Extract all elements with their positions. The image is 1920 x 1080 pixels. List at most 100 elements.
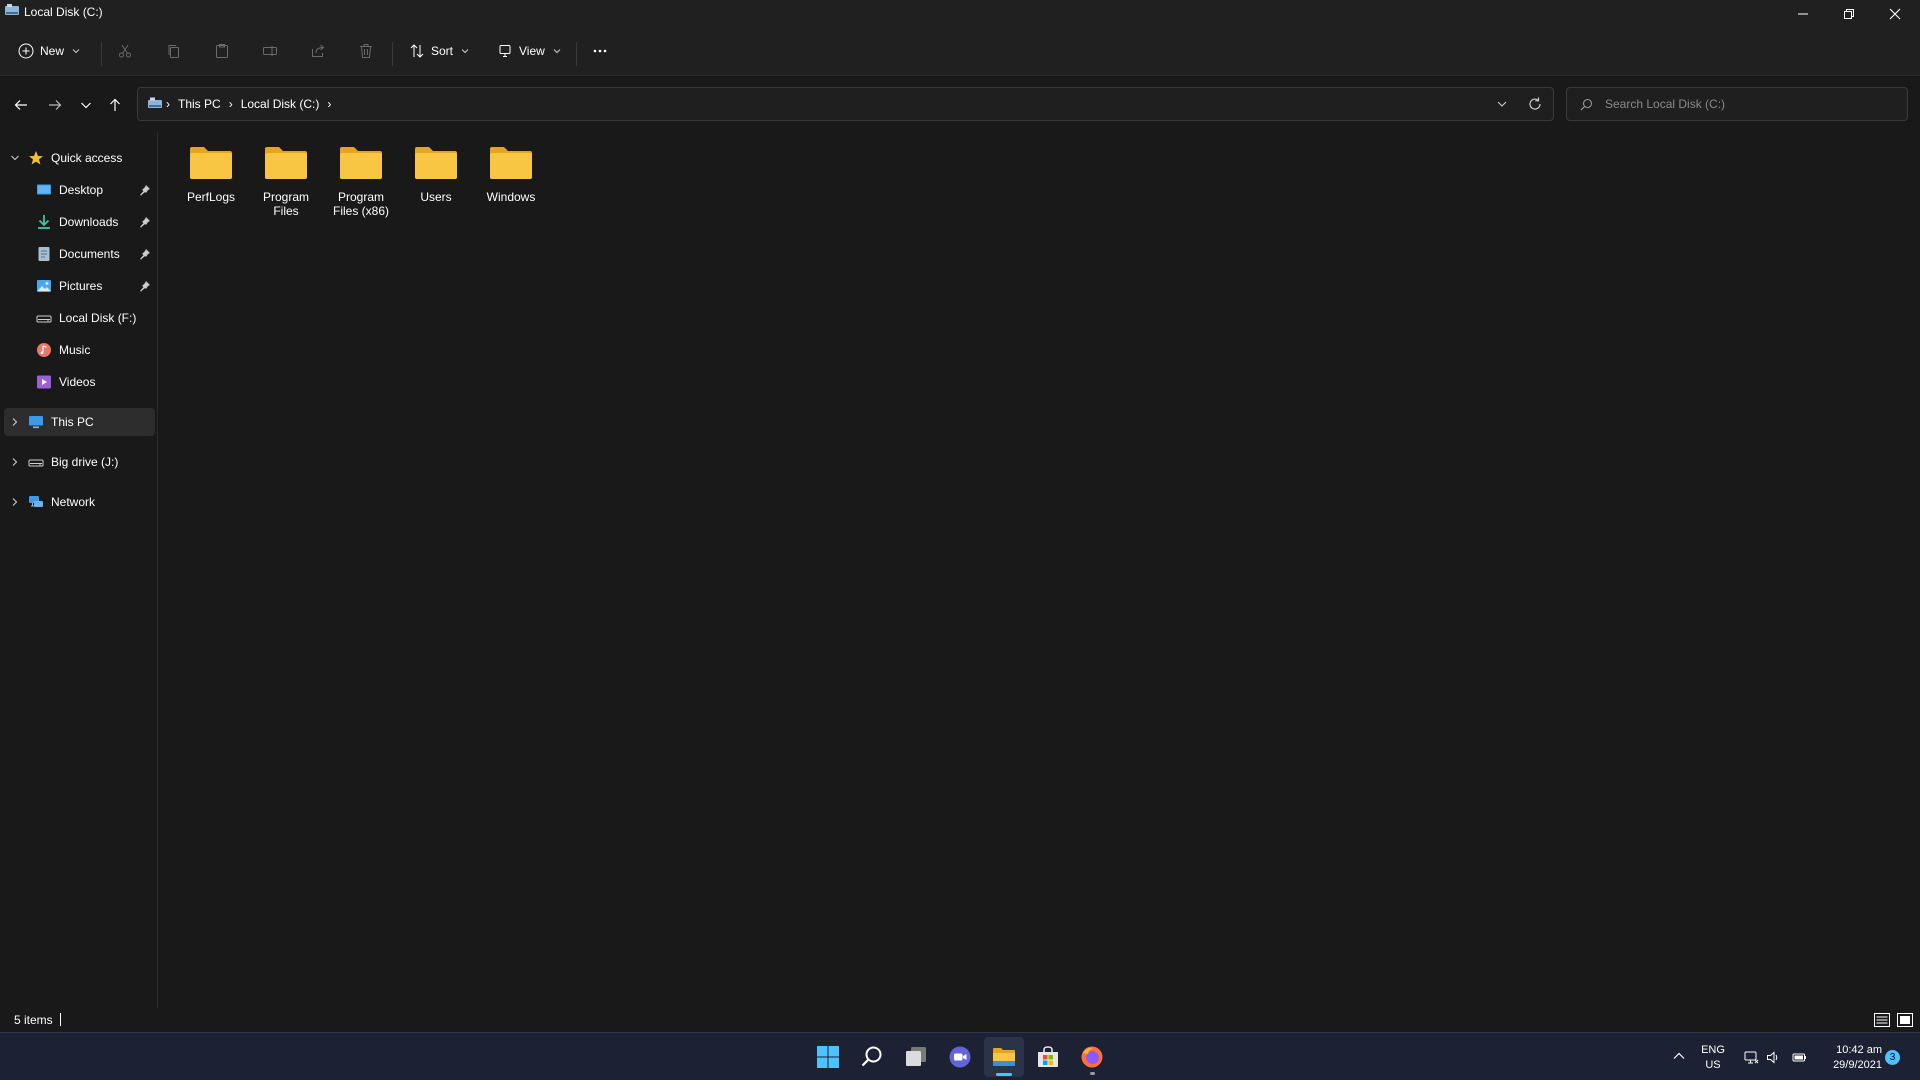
add-icon	[18, 43, 34, 59]
volume-icon[interactable]	[1766, 1050, 1781, 1065]
pictures-icon	[37, 280, 51, 292]
folder-icon	[265, 147, 307, 179]
sidebar-item-big-drive-j[interactable]: Big drive (J:)	[4, 448, 155, 476]
view-button[interactable]: View	[497, 36, 561, 66]
downloads-icon	[38, 215, 50, 229]
folder-label: Program Files	[262, 190, 309, 218]
forward-button[interactable]	[42, 92, 68, 118]
battery-icon[interactable]	[1792, 1050, 1807, 1065]
network-status-icon[interactable]	[1744, 1050, 1759, 1065]
sidebar-item-label: Downloads	[59, 215, 119, 229]
file-explorer-taskbar-button[interactable]	[984, 1037, 1024, 1077]
drive-icon	[5, 4, 19, 15]
sidebar-item-documents[interactable]: Documents	[4, 240, 155, 268]
refresh-icon[interactable]	[1527, 96, 1543, 112]
sidebar-item-music[interactable]: Music	[4, 336, 155, 364]
chat-icon	[949, 1046, 971, 1068]
search-input[interactable]	[1605, 95, 1895, 113]
clock-date: 29/9/2021	[1833, 1059, 1882, 1071]
search-box[interactable]	[1566, 87, 1908, 121]
recent-locations-button[interactable]	[73, 92, 99, 118]
input-language[interactable]: ENG US	[1698, 1043, 1728, 1073]
restore-button[interactable]	[1826, 0, 1872, 28]
breadcrumb-separator-icon[interactable]: ›	[229, 97, 233, 111]
back-button[interactable]	[8, 92, 34, 118]
cut-button[interactable]	[117, 36, 133, 66]
new-button[interactable]: New	[18, 36, 80, 66]
folder-icon	[340, 147, 382, 179]
store-button[interactable]	[1028, 1037, 1068, 1077]
sidebar-item-pictures[interactable]: Pictures	[4, 272, 155, 300]
sidebar-item-this-pc[interactable]: This PC	[4, 408, 155, 436]
arrow-left-icon	[14, 100, 27, 110]
copy-button[interactable]	[166, 36, 182, 66]
minimize-icon	[1798, 13, 1808, 15]
store-icon	[1038, 1046, 1058, 1067]
command-bar: New Sort View	[0, 26, 1920, 76]
folder-item[interactable]: Program Files	[249, 142, 323, 228]
chat-button[interactable]	[940, 1037, 980, 1077]
breadcrumb-this-pc[interactable]: This PC	[178, 97, 221, 111]
chevron-down-icon[interactable]	[10, 153, 20, 163]
sidebar-item-label: Network	[51, 495, 96, 509]
sidebar-item-quick-access[interactable]: Quick access	[4, 144, 155, 172]
folder-item[interactable]: Users	[399, 142, 473, 228]
folder-label: Windows	[486, 190, 536, 204]
sidebar-item-local-disk-f[interactable]: Local Disk (F:)	[4, 304, 155, 332]
file-explorer-window: Local Disk (C:) New Sort View › This PC …	[0, 0, 1920, 1032]
up-button[interactable]	[102, 92, 128, 118]
sidebar-item-downloads[interactable]: Downloads	[4, 208, 155, 236]
chevron-right-icon[interactable]	[10, 417, 20, 427]
navigation-pane: Quick access Desktop Downloads Documents…	[0, 132, 158, 1008]
folder-item[interactable]: Windows	[474, 142, 548, 228]
chevron-down-icon[interactable]	[1495, 97, 1509, 111]
share-button[interactable]	[310, 36, 326, 66]
rename-button[interactable]	[262, 36, 278, 66]
pin-icon	[140, 185, 150, 196]
folder-item[interactable]: PerfLogs	[174, 142, 248, 228]
large-icons-view-icon[interactable]	[1896, 1011, 1914, 1029]
view-icon	[499, 45, 511, 57]
firefox-button[interactable]	[1072, 1037, 1112, 1077]
chevron-up-icon[interactable]	[1672, 1049, 1686, 1063]
search-icon	[861, 1046, 882, 1067]
minimize-button[interactable]	[1780, 0, 1826, 28]
chevron-down-icon	[72, 49, 80, 54]
active-indicator	[996, 1073, 1012, 1076]
chevron-down-icon	[553, 49, 561, 54]
breadcrumb-local-disk-c[interactable]: Local Disk (C:)	[241, 97, 320, 111]
start-button[interactable]	[808, 1037, 848, 1077]
title-bar: Local Disk (C:)	[0, 0, 1920, 26]
sidebar-item-network[interactable]: Network	[4, 488, 155, 516]
delete-button[interactable]	[358, 36, 374, 66]
sort-button[interactable]: Sort	[409, 36, 469, 66]
sidebar-item-label: Music	[59, 343, 91, 357]
folder-item[interactable]: Program Files (x86)	[324, 142, 398, 228]
sidebar-item-videos[interactable]: Videos	[4, 368, 155, 396]
music-icon	[37, 343, 51, 357]
details-view-icon[interactable]	[1873, 1011, 1891, 1029]
notification-badge[interactable]: 3	[1885, 1050, 1900, 1065]
paste-button[interactable]	[214, 36, 230, 66]
sidebar-item-label: Local Disk (F:)	[59, 311, 137, 325]
status-divider	[60, 1013, 61, 1026]
chevron-down-icon	[81, 102, 91, 109]
pin-icon	[140, 281, 150, 292]
sidebar-item-label: Videos	[59, 375, 96, 389]
close-button[interactable]	[1872, 0, 1918, 28]
language-code: ENG	[1701, 1044, 1725, 1056]
breadcrumb-separator-icon[interactable]: ›	[166, 97, 170, 111]
task-view-button[interactable]	[896, 1037, 936, 1077]
drive-icon	[28, 459, 44, 467]
chevron-right-icon[interactable]	[10, 497, 20, 507]
breadcrumb-separator-icon[interactable]: ›	[327, 97, 331, 111]
view-label: View	[519, 44, 545, 58]
taskbar-search-button[interactable]	[852, 1037, 892, 1077]
see-more-button[interactable]	[592, 36, 608, 66]
chevron-right-icon[interactable]	[10, 457, 20, 467]
sidebar-item-desktop[interactable]: Desktop	[4, 176, 155, 204]
system-clock[interactable]: 10:42 am 29/9/2021	[1818, 1043, 1882, 1073]
rename-icon	[263, 46, 277, 56]
cut-icon	[119, 44, 131, 58]
address-bar[interactable]: › This PC › Local Disk (C:) ›	[137, 87, 1554, 121]
